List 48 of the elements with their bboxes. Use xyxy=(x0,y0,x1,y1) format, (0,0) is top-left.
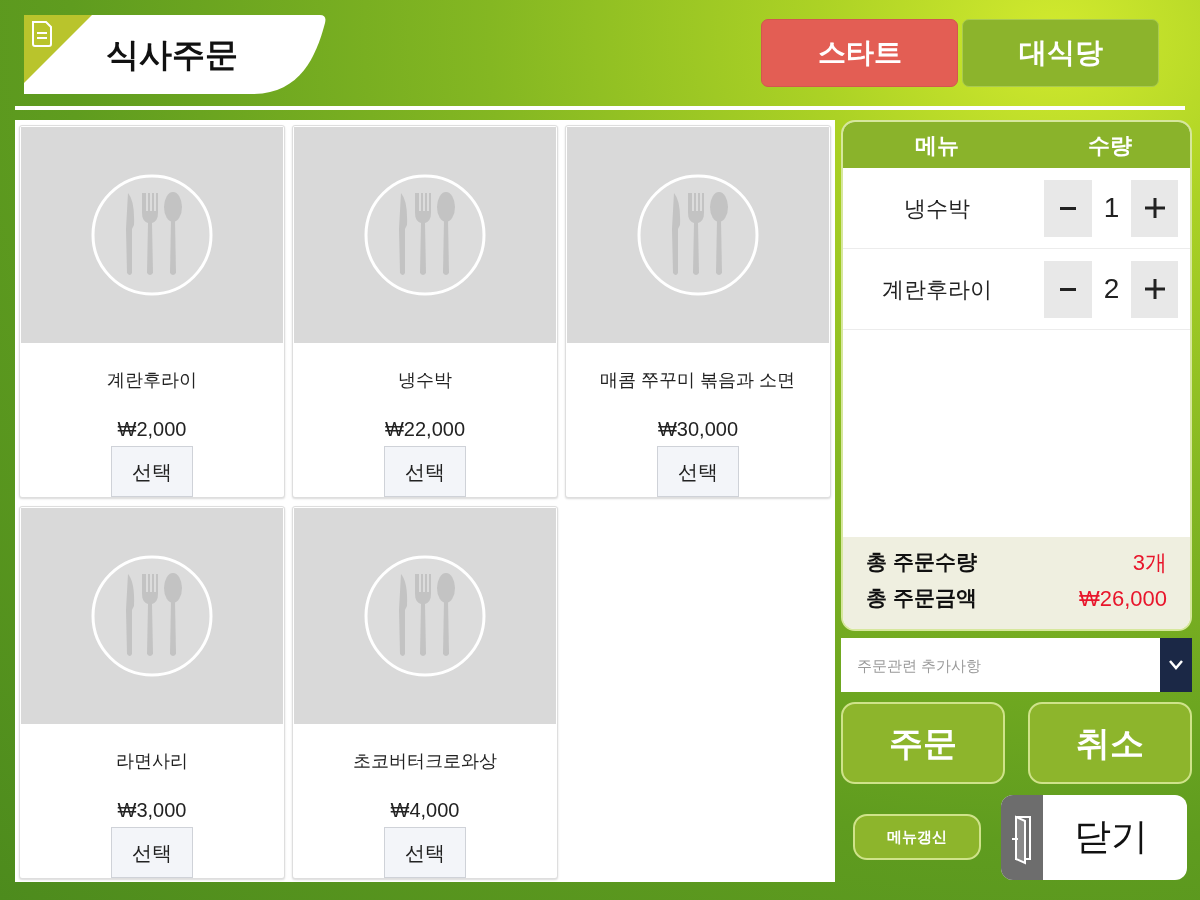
order-item-name: 계란후라이 xyxy=(880,275,993,304)
plate-cutlery-icon xyxy=(363,173,487,297)
select-button[interactable]: 선택 xyxy=(384,446,466,497)
venue-tab[interactable]: 스타트 xyxy=(761,19,958,87)
select-button[interactable]: 선택 xyxy=(384,827,466,878)
request-field[interactable]: 주문관련 추가사항 xyxy=(841,638,1160,692)
menu-card[interactable]: 라면사리 ₩3,000 선택 xyxy=(19,506,285,879)
plus-icon xyxy=(1144,279,1165,299)
menu-price: ₩4,000 xyxy=(390,798,460,822)
menu-card[interactable]: 냉수박 ₩22,000 선택 xyxy=(292,125,558,498)
summary-label: 총 주문수량 xyxy=(866,549,977,576)
page-title: 식사주문 xyxy=(106,34,238,75)
quantity-value: 1 xyxy=(1102,191,1121,225)
menu-name: 냉수박 xyxy=(398,369,452,392)
close-button[interactable]: 닫기 xyxy=(1001,794,1187,880)
menu-price: ₩3,000 xyxy=(117,798,187,822)
menu-price: ₩22,000 xyxy=(384,417,466,441)
document-icon xyxy=(24,15,92,83)
door-icon xyxy=(1001,794,1043,880)
quantity-value: 2 xyxy=(1102,272,1121,306)
increase-button[interactable] xyxy=(1131,260,1178,318)
order-item-name: 냉수박 xyxy=(902,194,971,223)
minus-icon xyxy=(1060,206,1076,210)
menu-price: ₩2,000 xyxy=(117,417,187,441)
menu-name: 라면사리 xyxy=(116,750,188,773)
select-button[interactable]: 선택 xyxy=(657,446,739,497)
minus-icon xyxy=(1060,287,1076,291)
menu-card[interactable]: 계란후라이 ₩2,000 선택 xyxy=(19,125,285,498)
menu-card[interactable]: 매콤 쭈꾸미 볶음과 소면 ₩30,000 선택 xyxy=(565,125,831,498)
plate-cutlery-icon xyxy=(90,173,214,297)
menu-card[interactable]: 초코버터크로와상 ₩4,000 선택 xyxy=(292,506,558,879)
plate-cutlery-icon xyxy=(363,554,487,678)
column-header: 메뉴 xyxy=(913,131,960,160)
plate-cutlery-icon xyxy=(90,554,214,678)
menu-price: ₩30,000 xyxy=(657,417,739,441)
chevron-down-icon[interactable] xyxy=(1160,638,1192,692)
summary-label: 총 주문금액 xyxy=(866,585,977,612)
summary-value: ₩26,000 xyxy=(1078,584,1167,613)
menu-name: 계란후라이 xyxy=(107,369,197,392)
plate-cutlery-icon xyxy=(636,173,760,297)
column-header: 수량 xyxy=(1087,131,1133,160)
increase-button[interactable] xyxy=(1131,179,1178,237)
menu-name: 초코버터크로와상 xyxy=(353,750,497,773)
select-button[interactable]: 선택 xyxy=(111,827,193,878)
menu-name: 매콤 쭈꾸미 볶음과 소면 xyxy=(600,369,796,392)
summary-value: 3개 xyxy=(1132,548,1167,577)
plus-icon xyxy=(1144,198,1165,218)
select-button[interactable]: 선택 xyxy=(111,446,193,497)
